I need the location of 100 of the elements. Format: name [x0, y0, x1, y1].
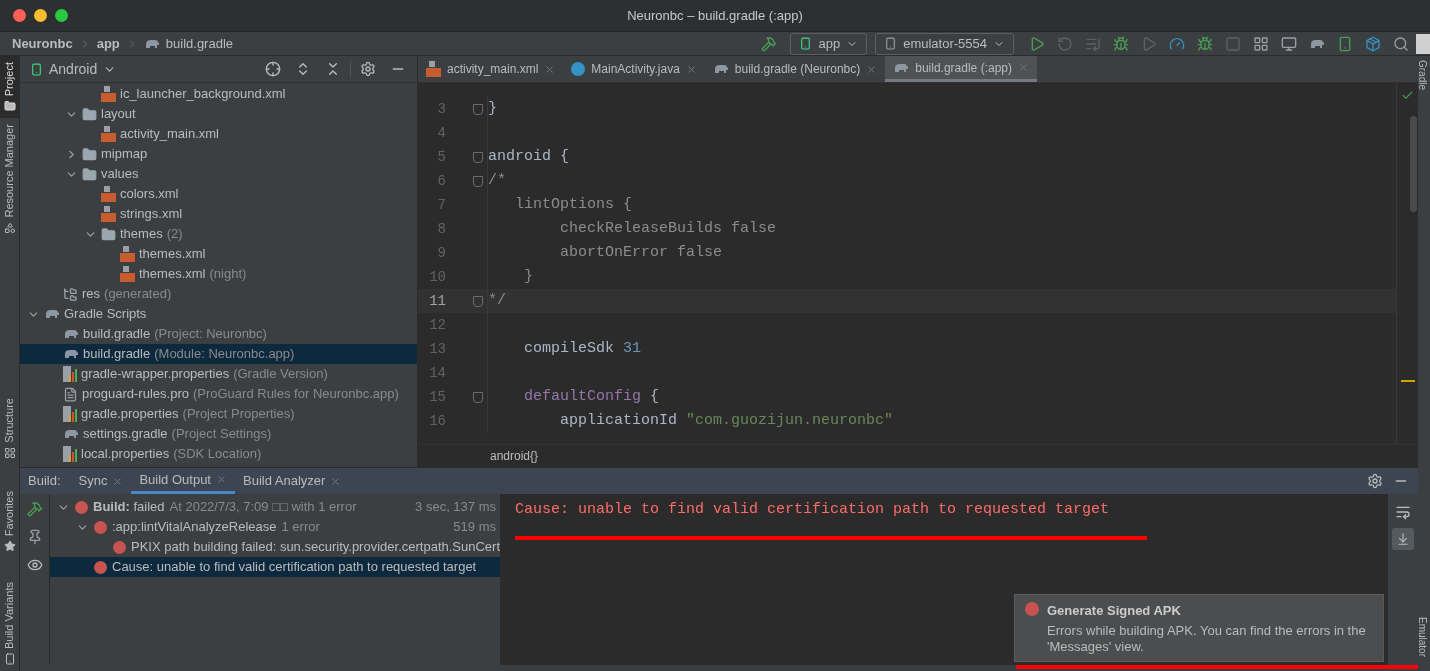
- build-tree-row[interactable]: :app:lintVitalAnalyzeRelease 1 error 519 ms: [50, 517, 500, 537]
- panel-title: Build:: [28, 472, 62, 491]
- zoom-window-button[interactable]: [55, 9, 68, 22]
- code-line: lintOptions {: [514, 194, 633, 215]
- build-tree-row[interactable]: PKIX path building failed: sun.security.provider.certpath.SunCert: [50, 537, 500, 557]
- window-title: Neuronbc – build.gradle (:app): [627, 6, 803, 25]
- tree-item[interactable]: build.gradle (Project: Neuronbc): [20, 324, 417, 344]
- tree-item[interactable]: layout: [20, 104, 417, 124]
- item-name: build.gradle: [83, 345, 151, 364]
- grid-icon: [3, 446, 16, 459]
- close-tab-icon[interactable]: [544, 63, 556, 75]
- item-name: themes: [120, 225, 163, 244]
- build-tree-row[interactable]: Build: failed At 2022/7/3, 7:09 □□ with 1 error 3 sec, 137 ms: [50, 497, 500, 517]
- gradle-elephant-icon: [893, 61, 910, 74]
- fold-marker-icon[interactable]: [473, 151, 483, 163]
- bar-chart-file-icon: [63, 366, 77, 382]
- tree-item[interactable]: activity_main.xml: [20, 124, 417, 144]
- editor-tab[interactable]: activity_main.xml: [418, 56, 564, 82]
- text-file-icon: [63, 386, 78, 402]
- gradle-elephant-icon: [44, 308, 60, 320]
- build-duration: 519 ms: [452, 518, 496, 537]
- avatar-icon[interactable]: [1416, 33, 1430, 54]
- item-detail: (Project Settings): [171, 425, 272, 444]
- tool-window-tab[interactable]: Resource Manager: [0, 118, 19, 240]
- tree-item[interactable]: themes.xml (night): [20, 264, 417, 284]
- close-tab-icon[interactable]: [685, 63, 697, 75]
- code-line: applicationId "com.guozijun.neuronbc": [559, 410, 894, 431]
- tree-item[interactable]: mipmap: [20, 144, 417, 164]
- line-number: 6: [436, 171, 446, 191]
- tree-item[interactable]: strings.xml: [20, 204, 417, 224]
- tree-item[interactable]: colors.xml: [20, 184, 417, 204]
- line-number: 13: [428, 339, 446, 359]
- code-line: /*: [488, 170, 506, 191]
- error-icon: [113, 540, 126, 554]
- build-detail: At 2022/7/3, 7:09 □□ with 1 error: [169, 498, 357, 517]
- editor-breadcrumb[interactable]: android{}: [490, 447, 539, 465]
- config-dropdown[interactable]: app: [790, 32, 868, 55]
- editor-tab[interactable]: build.gradle (Neuronbc): [704, 56, 886, 82]
- close-tab-icon[interactable]: [866, 63, 878, 75]
- line-number: 3: [436, 99, 446, 119]
- fold-marker-icon[interactable]: [473, 295, 483, 307]
- item-name: gradle.properties: [81, 405, 179, 424]
- close-tab-icon[interactable]: [216, 474, 227, 485]
- build-tab[interactable]: Build Output: [131, 468, 235, 494]
- device-dropdown[interactable]: emulator-5554: [875, 32, 1014, 55]
- gradle-elephant-icon: [1309, 37, 1325, 50]
- code-line: defaultConfig {: [523, 386, 660, 407]
- tree-item[interactable]: themes (2): [20, 224, 417, 244]
- tool-window-tab[interactable]: Build Variants: [0, 575, 19, 671]
- tree-item[interactable]: local.properties (SDK Location): [20, 444, 417, 464]
- build-tab[interactable]: Sync: [70, 468, 132, 494]
- close-window-button[interactable]: [13, 9, 26, 22]
- line-number: 7: [436, 195, 446, 215]
- fold-marker-icon[interactable]: [473, 391, 483, 403]
- tool-window-tab[interactable]: Favorites: [0, 484, 19, 558]
- item-detail: (Project Properties): [182, 405, 295, 424]
- tree-item[interactable]: themes.xml: [20, 244, 417, 264]
- scroll-to-end-button[interactable]: [1392, 528, 1414, 550]
- close-tab-icon[interactable]: [330, 475, 342, 487]
- close-tab-icon[interactable]: [112, 475, 124, 487]
- item-name: strings.xml: [120, 205, 183, 224]
- project-view-dropdown[interactable]: Android: [30, 58, 117, 80]
- tree-item[interactable]: proguard-rules.pro (ProGuard Rules for Neuronbc.app): [20, 384, 417, 404]
- editor-tab[interactable]: build.gradle (:app): [885, 56, 1037, 82]
- build-tab[interactable]: Build Analyzer: [235, 468, 350, 494]
- scrollbar-thumb[interactable]: [1410, 116, 1417, 212]
- tree-item[interactable]: build.gradle (Module: Neuronbc.app): [20, 344, 417, 364]
- tree-item[interactable]: values: [20, 164, 417, 184]
- gradle-elephant-icon: [143, 37, 160, 50]
- bar-chart-file-icon: [63, 446, 77, 462]
- breadcrumb-item[interactable]: Neuronbc: [12, 33, 73, 54]
- tree-item[interactable]: ic_launcher_background.xml: [20, 84, 417, 104]
- tree-item[interactable]: gradle.properties (Project Properties): [20, 404, 417, 424]
- tool-window-tab[interactable]: Project: [0, 56, 19, 119]
- code-line: }: [488, 98, 497, 119]
- item-name: gradle-wrapper.properties: [81, 365, 230, 384]
- code-editor[interactable]: 3 } 4 5 android { 6 /* 7 lintOptions { 8 checkReleaseBuilds false 9 abortOnError false 10 } 11 */ 12 13 compileSdk 31 14 15 defaultConfig { 16 applicationId "com.guozijun.neuronbc": [418, 83, 1396, 444]
- item-name: themes.xml: [139, 245, 206, 264]
- gradle-elephant-icon: [712, 63, 729, 75]
- folder-icon: [82, 146, 97, 162]
- line-number: 5: [436, 147, 446, 167]
- item-name: res: [82, 285, 101, 304]
- gradle-elephant-icon: [63, 348, 79, 360]
- tree-item[interactable]: settings.gradle (Project Settings): [20, 424, 417, 444]
- breadcrumb-item[interactable]: build.gradle: [165, 33, 233, 54]
- fold-marker-icon[interactable]: [473, 175, 483, 187]
- gradle-elephant-icon: [63, 428, 79, 440]
- fold-marker-icon[interactable]: [473, 103, 483, 115]
- item-name: mipmap: [101, 145, 148, 164]
- editor-tab[interactable]: MainActivity.java: [563, 56, 705, 82]
- tool-window-tab[interactable]: Structure: [0, 392, 19, 465]
- tree-item[interactable]: gradle-wrapper.properties (Gradle Version): [20, 364, 417, 384]
- build-tree-row[interactable]: Cause: unable to find valid certification path to requested target: [50, 557, 500, 577]
- xml-file-icon: [426, 61, 441, 77]
- tree-item[interactable]: res (generated): [20, 284, 417, 304]
- breadcrumb-item[interactable]: app: [96, 33, 120, 54]
- notification-body: Errors while building APK. You can find the errors in the 'Messages' view.: [1047, 622, 1367, 655]
- minimize-window-button[interactable]: [34, 9, 47, 22]
- tree-item[interactable]: Gradle Scripts: [20, 304, 417, 324]
- scroll-down-icon: [1396, 532, 1410, 546]
